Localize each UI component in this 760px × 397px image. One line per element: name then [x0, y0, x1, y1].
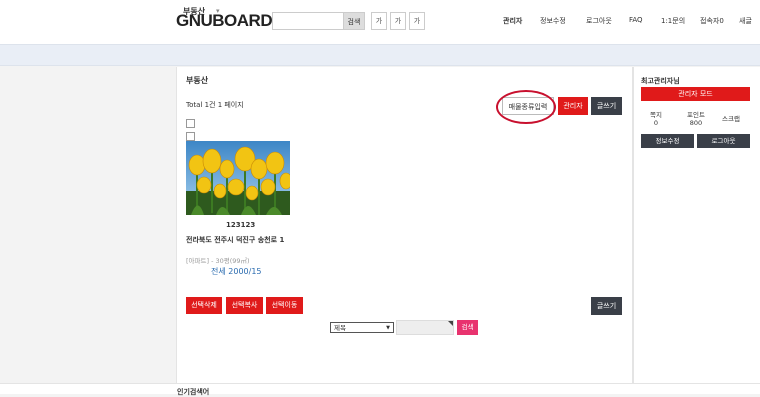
nav-new-posts[interactable]: 새글: [739, 16, 752, 26]
logout-button[interactable]: 로그아웃: [697, 134, 750, 148]
popular-search-bar: [0, 383, 760, 394]
nav-qa[interactable]: 1:1문의: [661, 16, 685, 26]
listing-title[interactable]: 123123: [226, 221, 255, 229]
nav-faq[interactable]: FAQ: [629, 16, 643, 24]
board-total-count: Total 1건 1 페이지: [186, 101, 244, 109]
tulip-photo: [186, 141, 290, 215]
memo-label[interactable]: 쪽지: [641, 109, 671, 119]
listing-type: [아파트] - 30평(99㎡): [186, 257, 250, 265]
highlight-circle-annotation: [496, 90, 556, 124]
write-button-bottom[interactable]: 글쓰기: [591, 297, 622, 315]
nav-admin[interactable]: 관리자: [503, 16, 522, 26]
board-search-input[interactable]: [396, 320, 454, 335]
listing-address[interactable]: 전라북도 전주시 덕진구 송천로 1: [186, 235, 296, 245]
item-checkbox[interactable]: [186, 132, 195, 141]
header-search-button[interactable]: 검색: [343, 12, 365, 30]
header-search-input[interactable]: [272, 12, 344, 30]
delete-selected-button[interactable]: 선택삭제: [186, 297, 222, 314]
input-corner-icon: [448, 321, 453, 326]
point-value: 800: [689, 119, 703, 127]
main-navigation-bar: [0, 44, 760, 66]
font-small-button[interactable]: 가: [371, 12, 387, 30]
edit-profile-button[interactable]: 정보수정: [641, 134, 694, 148]
nav-edit-profile[interactable]: 정보수정: [540, 16, 566, 26]
font-large-button[interactable]: 가: [409, 12, 425, 30]
copy-selected-button[interactable]: 선택복사: [226, 297, 263, 314]
nav-visitors[interactable]: 접속자0: [700, 16, 724, 26]
dropdown-arrow-icon: ▼: [386, 325, 390, 331]
search-field-select-value: 제목: [334, 324, 346, 332]
nav-logout[interactable]: 로그아웃: [586, 16, 612, 26]
listing-thumbnail[interactable]: [186, 141, 290, 215]
chevron-down-icon[interactable]: ▾: [216, 7, 220, 15]
board-search-button[interactable]: 검색: [457, 320, 478, 335]
popular-search-title: 인기검색어: [177, 388, 210, 396]
scrap-link[interactable]: 스크랩: [722, 113, 740, 123]
user-name: 최고관리자님: [641, 77, 680, 85]
admin-button[interactable]: 관리자: [558, 97, 588, 115]
select-all-checkbox[interactable]: [186, 119, 195, 128]
listing-price: 전세 2000/15: [211, 267, 262, 276]
board-title: 부동산: [186, 76, 209, 85]
memo-count: 0: [653, 119, 659, 127]
write-button[interactable]: 글쓰기: [591, 97, 622, 115]
font-medium-button[interactable]: 가: [390, 12, 406, 30]
move-selected-button[interactable]: 선택이동: [266, 297, 303, 314]
search-field-select[interactable]: 제목 ▼: [330, 322, 394, 333]
gnb-menu-item[interactable]: 부동산: [183, 6, 205, 17]
admin-mode-button[interactable]: 관리자 모드: [641, 87, 750, 101]
point-label[interactable]: 포인트: [681, 109, 711, 119]
